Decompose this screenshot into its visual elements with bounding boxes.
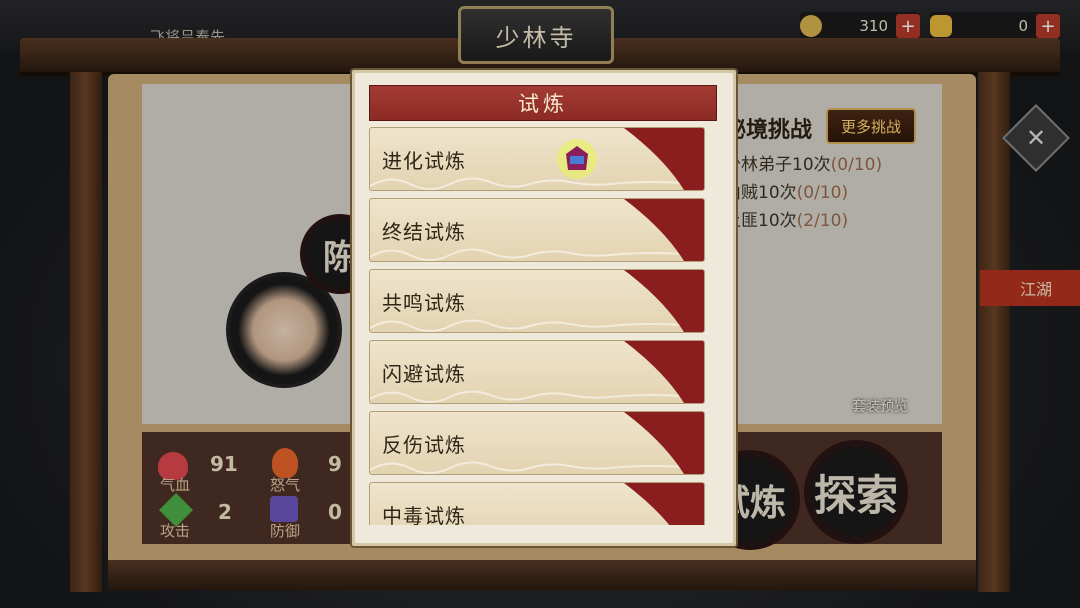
- red-swoosh-decoration: [624, 270, 704, 332]
- trial-modal: 试炼 进化试炼 终结试炼 共鸣试炼 闪避试炼 反伤试炼 中毒试炼: [352, 70, 736, 546]
- trial-item-label: 闪避试炼: [382, 362, 466, 386]
- modal-title: 试炼: [369, 85, 717, 121]
- trial-item-resonance[interactable]: 共鸣试炼: [369, 269, 705, 333]
- trial-list[interactable]: 进化试炼 终结试炼 共鸣试炼 闪避试炼 反伤试炼 中毒试炼: [369, 127, 715, 525]
- trial-item-poison[interactable]: 中毒试炼: [369, 482, 705, 525]
- trial-item-label: 终结试炼: [382, 220, 466, 244]
- red-swoosh-decoration: [624, 199, 704, 261]
- trial-item-evolution[interactable]: 进化试炼: [369, 127, 705, 191]
- red-swoosh-decoration: [624, 128, 704, 190]
- trial-item-label: 共鸣试炼: [382, 291, 466, 315]
- trial-item-dodge[interactable]: 闪避试炼: [369, 340, 705, 404]
- trial-item-label: 反伤试炼: [382, 433, 466, 457]
- red-swoosh-decoration: [624, 341, 704, 403]
- red-swoosh-decoration: [624, 483, 704, 525]
- trial-item-label: 中毒试炼: [382, 504, 466, 525]
- trial-item-label: 进化试炼: [382, 149, 466, 173]
- red-swoosh-decoration: [624, 412, 704, 474]
- reward-gem-icon: [557, 139, 597, 179]
- trial-item-reflect[interactable]: 反伤试炼: [369, 411, 705, 475]
- trial-item-finisher[interactable]: 终结试炼: [369, 198, 705, 262]
